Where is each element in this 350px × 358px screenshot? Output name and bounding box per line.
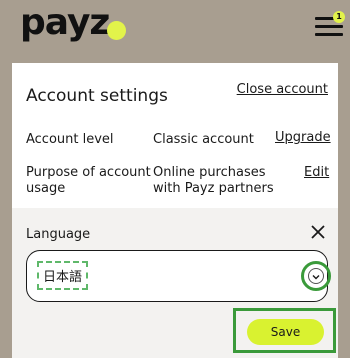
close-account-link[interactable]: Close account [237, 82, 328, 97]
account-settings-section: Account settings Close account Account l… [12, 63, 338, 208]
language-label: Language [26, 227, 91, 242]
account-level-label: Account level [26, 132, 114, 147]
account-level-value: Classic account [153, 132, 254, 147]
selected-language: 日本語 [36, 261, 89, 290]
top-header: payz 1 [0, 0, 350, 48]
page-title: Account settings [26, 86, 168, 106]
account-settings-card: Account settings Close account Account l… [12, 63, 338, 358]
purpose-label-line1: Purpose of account [26, 165, 151, 180]
logo-dot [107, 21, 126, 40]
close-icon[interactable] [308, 222, 328, 242]
payz-logo[interactable]: payz [20, 2, 110, 43]
menu-bar [315, 33, 343, 36]
menu-bar [315, 25, 343, 28]
language-panel: Language 日本語 Save [12, 208, 338, 358]
purpose-value-line2: with Payz partners [153, 181, 274, 196]
dropdown-highlight[interactable] [301, 261, 331, 291]
notification-badge: 1 [333, 11, 345, 23]
language-select[interactable]: 日本語 [26, 250, 331, 302]
chevron-down-icon[interactable] [308, 268, 324, 284]
edit-purpose-link[interactable]: Edit [304, 165, 329, 181]
purpose-value-line1: Online purchases [153, 165, 266, 180]
save-button[interactable]: Save [247, 319, 324, 345]
save-highlight: Save [233, 308, 336, 353]
purpose-label-line2: usage [26, 181, 66, 196]
upgrade-link[interactable]: Upgrade [275, 130, 331, 146]
